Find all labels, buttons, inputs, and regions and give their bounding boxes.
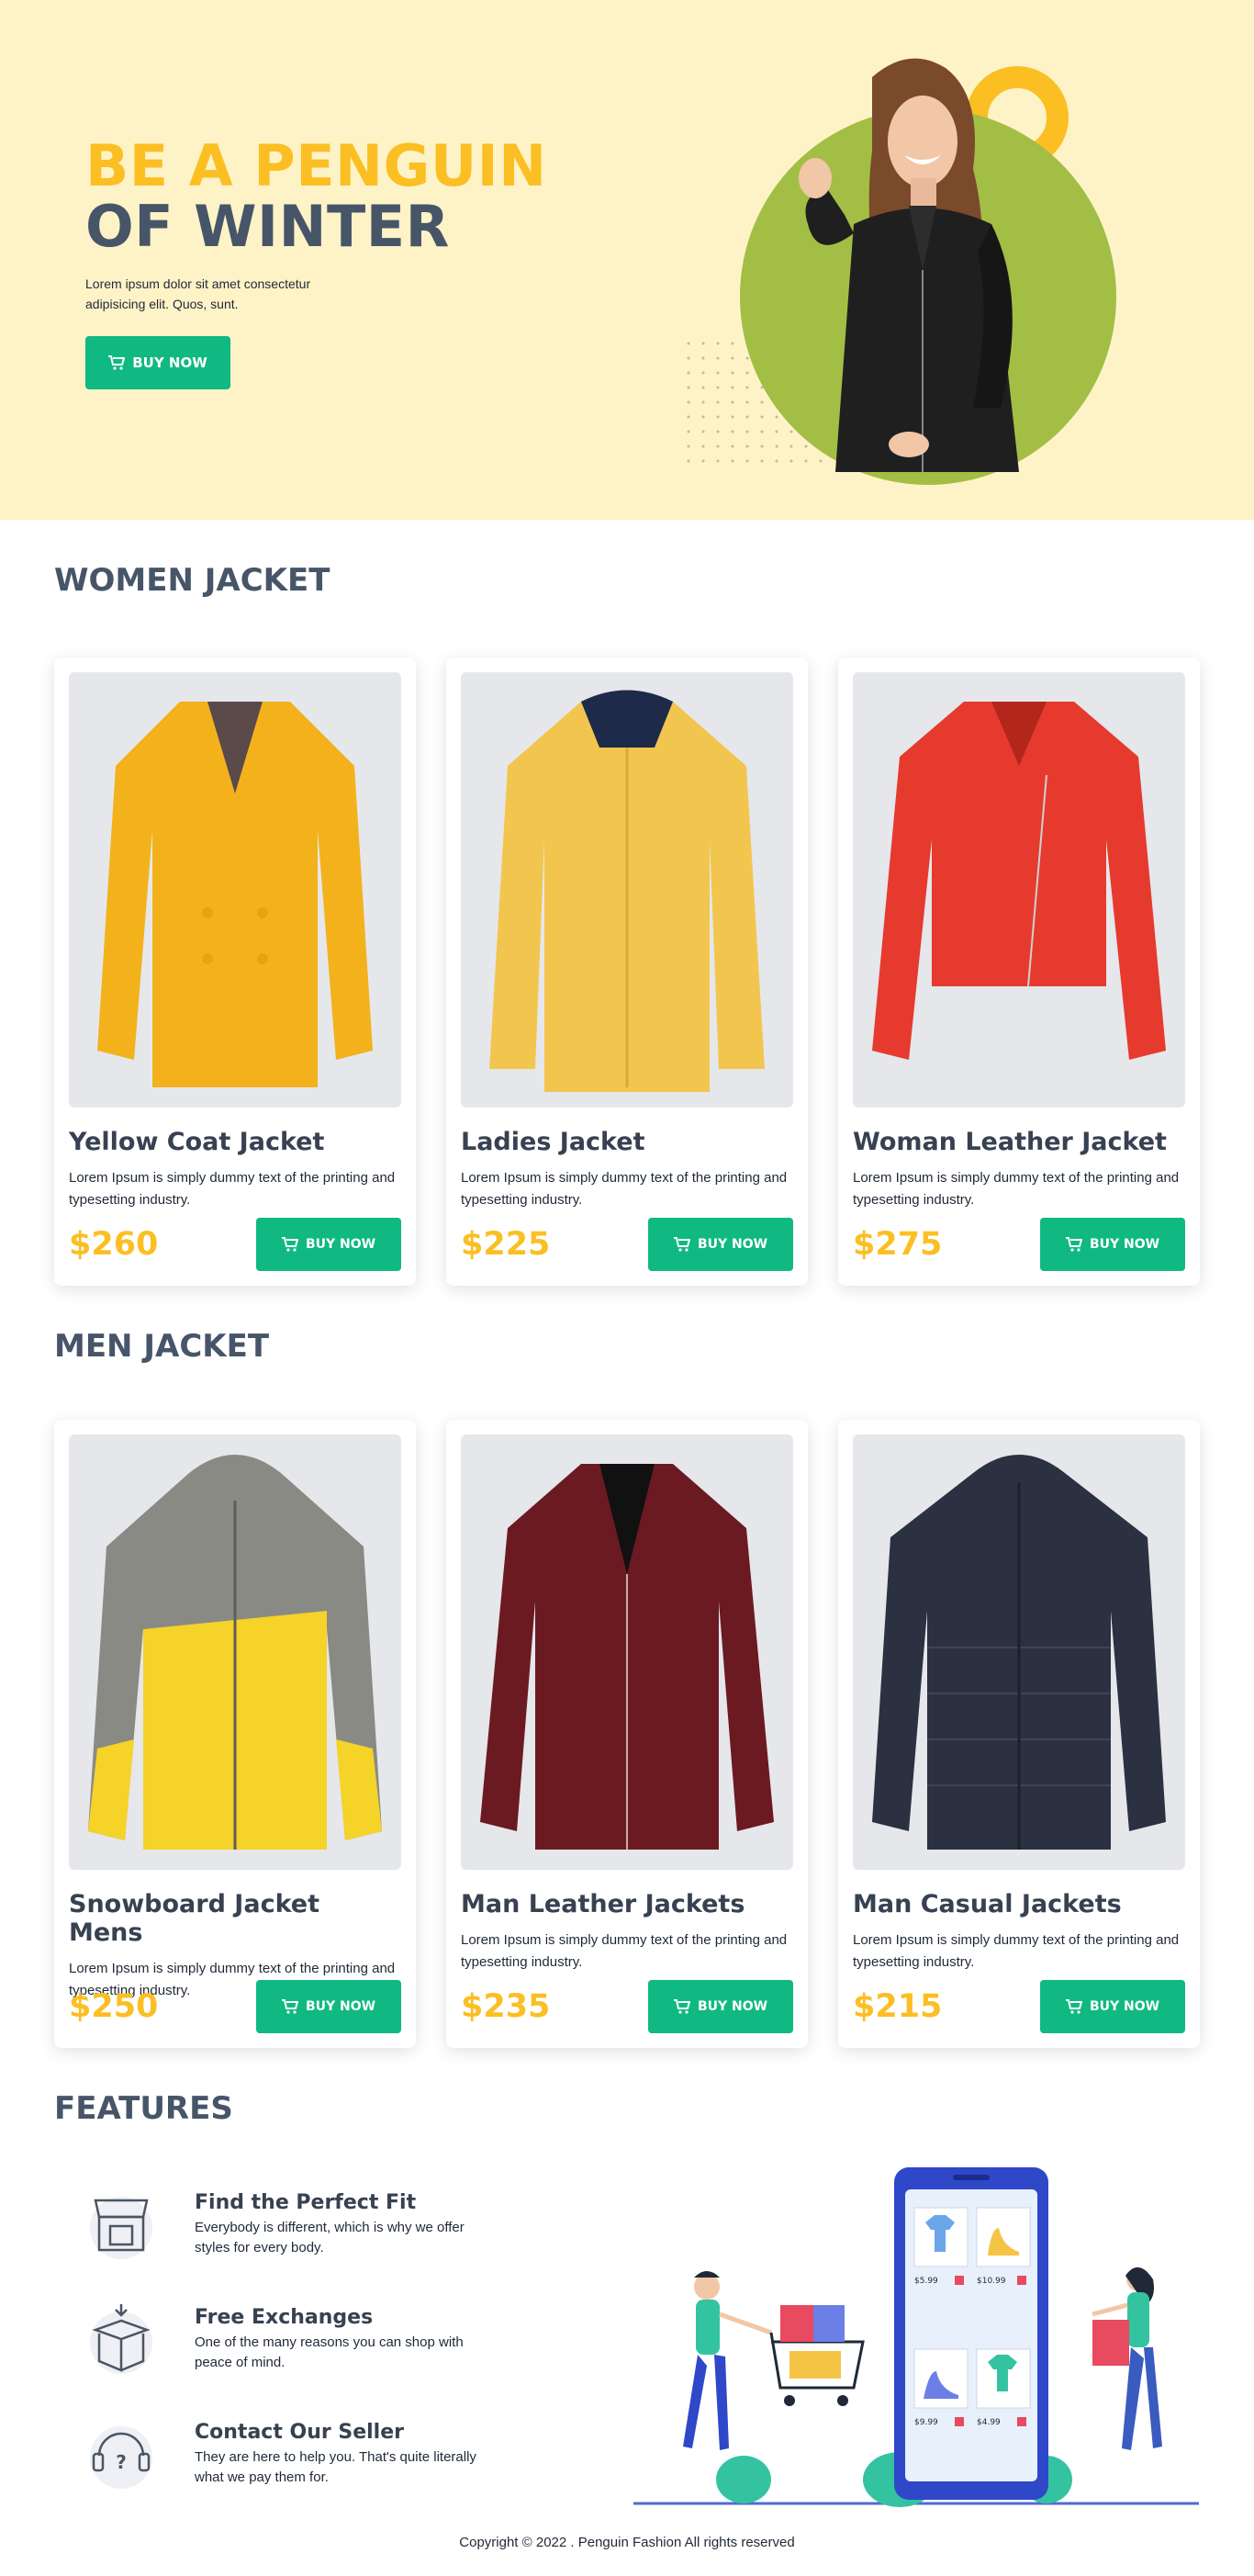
product-name: Man Leather Jackets	[461, 1890, 745, 1918]
feature-text: Contact Our Seller They are here to help…	[195, 2415, 498, 2488]
support-icon: ?	[90, 2426, 152, 2489]
feature-item: Free Exchanges One of the many reasons y…	[83, 2300, 498, 2378]
product-price: $235	[461, 1988, 551, 2025]
feature-item: ? Contact Our Seller They are here to he…	[83, 2415, 498, 2492]
men-jacket-heading: MEN JACKET	[54, 1328, 270, 1365]
women-jacket-cards: Yellow Coat Jacket Lorem Ipsum is simply…	[54, 658, 1200, 1286]
product-image	[461, 1434, 793, 1870]
product-price: $275	[853, 1226, 943, 1263]
hero-banner: BE A PENGUIN OF WINTER Lorem ipsum dolor…	[0, 0, 1254, 520]
product-name: Woman Leather Jacket	[853, 1128, 1167, 1156]
illustration-price: $10.99	[977, 2277, 1006, 2286]
product-name: Man Casual Jackets	[853, 1890, 1122, 1918]
box-icon	[90, 2304, 152, 2374]
feature-title: Contact Our Seller	[195, 2421, 404, 2444]
feature-description: One of the many reasons you can shop wit…	[195, 2334, 464, 2370]
women-jacket-heading: WOMEN JACKET	[54, 562, 330, 599]
cart-icon	[281, 1999, 298, 2014]
hero-title-line1: BE A PENGUIN	[85, 132, 547, 199]
product-name: Yellow Coat Jacket	[69, 1128, 325, 1156]
product-description: Lorem Ipsum is simply dummy text of the …	[461, 1932, 788, 1970]
jacket-image	[489, 690, 765, 1092]
cart-icon	[1065, 1999, 1082, 2014]
buy-now-label: BUY NOW	[697, 1999, 768, 2014]
product-price: $225	[461, 1226, 551, 1263]
product-name: Snowboard Jacket Mens	[69, 1890, 320, 1947]
feature-title: Free Exchanges	[195, 2306, 374, 2329]
cart-icon	[108, 355, 126, 370]
hero-model-image	[799, 58, 1019, 472]
product-image	[461, 672, 793, 1108]
feature-description: They are here to help you. That's quite …	[195, 2449, 476, 2485]
product-price: $260	[69, 1226, 159, 1263]
product-footer: $225 BUY NOW	[461, 1218, 793, 1271]
svg-text:?: ?	[116, 2451, 127, 2473]
product-description: Lorem Ipsum is simply dummy text of the …	[69, 1170, 396, 1208]
jacket-image	[872, 702, 1166, 1060]
cart-icon	[1065, 1237, 1082, 1252]
hero-title-line2: OF WINTER	[85, 193, 450, 260]
buy-now-button[interactable]: BUY NOW	[648, 1980, 793, 2033]
product-card: Man Leather Jackets Lorem Ipsum is simpl…	[446, 1420, 808, 2048]
buy-now-label: BUY NOW	[1089, 1999, 1160, 2014]
product-description: Lorem Ipsum is simply dummy text of the …	[853, 1170, 1180, 1208]
jacket-image	[480, 1464, 774, 1850]
hero-description: Lorem ipsum dolor sit amet consectetur a…	[85, 276, 311, 311]
men-jacket-cards: Snowboard Jacket Mens Lorem Ipsum is sim…	[54, 1420, 1200, 2048]
feature-title: Find the Perfect Fit	[195, 2191, 417, 2214]
buy-now-button[interactable]: BUY NOW	[648, 1218, 793, 1271]
product-image	[853, 672, 1185, 1108]
product-image	[69, 672, 401, 1108]
product-image	[853, 1434, 1185, 1870]
store-icon	[90, 2197, 152, 2259]
product-description: Lorem Ipsum is simply dummy text of the …	[461, 1170, 788, 1208]
illustration-price: $5.99	[914, 2277, 938, 2286]
product-price: $250	[69, 1988, 159, 2025]
product-footer: $260 BUY NOW	[69, 1218, 401, 1271]
product-card: Snowboard Jacket Mens Lorem Ipsum is sim…	[54, 1420, 416, 2048]
hero-buy-now-button[interactable]: BUY NOW	[85, 336, 230, 389]
feature-text: Free Exchanges One of the many reasons y…	[195, 2300, 498, 2373]
product-footer: $215 BUY NOW	[853, 1980, 1185, 2033]
hero-buy-now-label: BUY NOW	[132, 354, 207, 371]
product-image	[69, 1434, 401, 1870]
hero-text-block: BE A PENGUIN OF WINTER Lorem ipsum dolor…	[85, 136, 547, 389]
cart-icon	[673, 1237, 690, 1252]
buy-now-label: BUY NOW	[697, 1237, 768, 1252]
product-card: Yellow Coat Jacket Lorem Ipsum is simply…	[54, 658, 416, 1286]
cart-icon	[673, 1999, 690, 2014]
buy-now-button[interactable]: BUY NOW	[1040, 1218, 1185, 1271]
product-card: Ladies Jacket Lorem Ipsum is simply dumm…	[446, 658, 808, 1286]
online-shopping-illustration: $5.99 $10.99 $9.99 $4.99	[633, 2167, 1199, 2507]
feature-description: Everybody is different, which is why we …	[195, 2220, 465, 2255]
buy-now-button[interactable]: BUY NOW	[256, 1980, 401, 2033]
features-heading: FEATURES	[54, 2090, 233, 2127]
cart-icon	[281, 1237, 298, 1252]
product-footer: $235 BUY NOW	[461, 1980, 793, 2033]
product-card: Woman Leather Jacket Lorem Ipsum is simp…	[838, 658, 1200, 1286]
product-card: Man Casual Jackets Lorem Ipsum is simply…	[838, 1420, 1200, 2048]
product-footer: $275 BUY NOW	[853, 1218, 1185, 1271]
feature-item: Find the Perfect Fit Everybody is differ…	[83, 2186, 498, 2263]
jacket-image	[88, 1455, 382, 1850]
jacket-image	[97, 702, 373, 1087]
buy-now-label: BUY NOW	[305, 1237, 376, 1252]
feature-text: Find the Perfect Fit Everybody is differ…	[195, 2186, 498, 2258]
product-description: Lorem Ipsum is simply dummy text of the …	[853, 1932, 1180, 1970]
buy-now-button[interactable]: BUY NOW	[256, 1218, 401, 1271]
product-price: $215	[853, 1988, 943, 2025]
buy-now-button[interactable]: BUY NOW	[1040, 1980, 1185, 2033]
buy-now-label: BUY NOW	[1089, 1237, 1160, 1252]
footer-copyright: Copyright © 2022 . Penguin Fashion All r…	[459, 2535, 795, 2550]
jacket-image	[872, 1455, 1166, 1850]
product-footer: $250 BUY NOW	[69, 1980, 401, 2033]
product-name: Ladies Jacket	[461, 1128, 645, 1156]
illustration-price: $4.99	[977, 2418, 1001, 2427]
illustration-price: $9.99	[914, 2418, 938, 2427]
buy-now-label: BUY NOW	[305, 1999, 376, 2014]
